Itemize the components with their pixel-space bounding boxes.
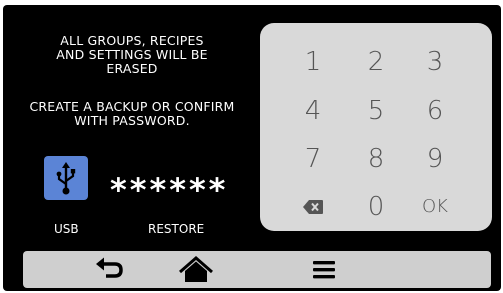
- screen: ALL GROUPS, RECIPES AND SETTINGS WILL BE…: [3, 5, 501, 291]
- warning-line: ALL GROUPS, RECIPES: [60, 33, 204, 48]
- instruction-line: CREATE A BACKUP OR CONFIRM: [29, 99, 235, 114]
- instruction-line: WITH PASSWORD.: [74, 113, 190, 128]
- key-3[interactable]: 3: [405, 42, 465, 82]
- key-4[interactable]: 4: [283, 91, 343, 131]
- instruction-message: CREATE A BACKUP OR CONFIRM WITH PASSWORD…: [3, 100, 261, 128]
- key-9[interactable]: 9: [405, 139, 465, 179]
- password-field[interactable]: ******: [110, 174, 228, 206]
- key-6[interactable]: 6: [405, 91, 465, 131]
- warning-line: AND SETTINGS WILL BE: [56, 47, 208, 62]
- warning-line: ERASED: [106, 61, 158, 76]
- key-7[interactable]: 7: [283, 139, 343, 179]
- ok-key[interactable]: OK: [405, 187, 465, 227]
- key-5[interactable]: 5: [346, 91, 406, 131]
- warning-message: ALL GROUPS, RECIPES AND SETTINGS WILL BE…: [3, 34, 261, 76]
- key-2[interactable]: 2: [346, 42, 406, 82]
- menu-icon: [313, 261, 335, 279]
- backspace-icon: [303, 200, 323, 214]
- back-button[interactable]: [90, 251, 130, 288]
- bottom-navbar: [23, 251, 491, 288]
- restore-label: RESTORE: [148, 222, 205, 236]
- usb-label: USB: [54, 222, 79, 236]
- usb-icon: [56, 162, 76, 195]
- key-0[interactable]: 0: [346, 187, 406, 227]
- menu-button[interactable]: [304, 251, 344, 288]
- numeric-keypad: 1 2 3 4 5 6 7 8 9 0 OK: [260, 23, 492, 231]
- home-icon: [179, 256, 213, 282]
- back-arrow-icon: [96, 257, 123, 278]
- key-8[interactable]: 8: [346, 139, 406, 179]
- key-1[interactable]: 1: [283, 42, 343, 82]
- usb-button[interactable]: [44, 156, 88, 200]
- home-button[interactable]: [176, 251, 216, 288]
- backspace-key[interactable]: [283, 187, 343, 227]
